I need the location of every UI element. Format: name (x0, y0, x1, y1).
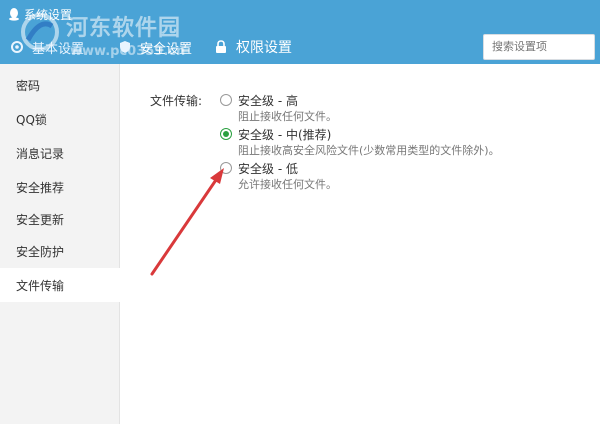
radio-button-checked[interactable] (220, 128, 232, 140)
tab-label: 权限设置 (236, 40, 292, 56)
gear-icon (10, 40, 24, 54)
option-title: 安全级 - 高 (238, 94, 298, 108)
sidebar-item-file-transfer[interactable]: 文件传输 (0, 268, 121, 302)
sidebar-item-label: 安全防护 (16, 244, 65, 259)
sidebar-item-security-recommend[interactable]: 安全推荐 (0, 170, 120, 204)
qq-logo-icon (8, 6, 20, 21)
sidebar-item-password[interactable]: 密码 (0, 68, 120, 102)
option-description: 阻止接收高安全风险文件(少数常用类型的文件除外)。 (238, 144, 500, 157)
tab-bar: 基本设置 安全设置 权限设置 (0, 30, 470, 64)
radio-button[interactable] (220, 94, 232, 106)
header-bar: 系统设置 河东软件园 www.pc0359.cn 基本设置 安全设置 权限设置 (0, 0, 600, 64)
tab-permission-settings[interactable]: 权限设置 (214, 30, 292, 64)
sidebar-item-label: 密码 (16, 78, 41, 93)
sidebar-item-qq-lock[interactable]: QQ锁 (0, 102, 120, 136)
tab-basic-settings[interactable]: 基本设置 (10, 30, 84, 64)
option-title: 安全级 - 低 (238, 162, 298, 176)
section-label: 文件传输: (150, 94, 203, 108)
sidebar-item-label: 消息记录 (16, 146, 65, 161)
lock-icon (214, 40, 228, 54)
option-description: 阻止接收任何文件。 (238, 110, 337, 123)
search-input[interactable] (492, 40, 586, 53)
sidebar-item-label: 安全推荐 (16, 180, 65, 195)
sidebar-item-security-update[interactable]: 安全更新 (0, 202, 120, 236)
option-description: 允许接收任何文件。 (238, 178, 337, 191)
sidebar-item-label: QQ锁 (16, 112, 47, 127)
tab-label: 基本设置 (32, 41, 85, 57)
annotation-arrow (150, 168, 224, 276)
tab-security-settings[interactable]: 安全设置 (118, 30, 192, 64)
sidebar-item-label: 安全更新 (16, 212, 65, 227)
search-box[interactable] (483, 34, 595, 60)
option-title: 安全级 - 中(推荐) (238, 128, 332, 142)
sidebar: 密码 QQ锁 消息记录 安全推荐 安全更新 安全防护 文件传输 (0, 64, 121, 424)
sidebar-item-label: 文件传输 (16, 278, 65, 293)
shield-icon (118, 40, 132, 54)
sidebar-item-message-history[interactable]: 消息记录 (0, 136, 120, 170)
tab-label: 安全设置 (140, 41, 193, 57)
sidebar-item-security-protection[interactable]: 安全防护 (0, 234, 120, 268)
